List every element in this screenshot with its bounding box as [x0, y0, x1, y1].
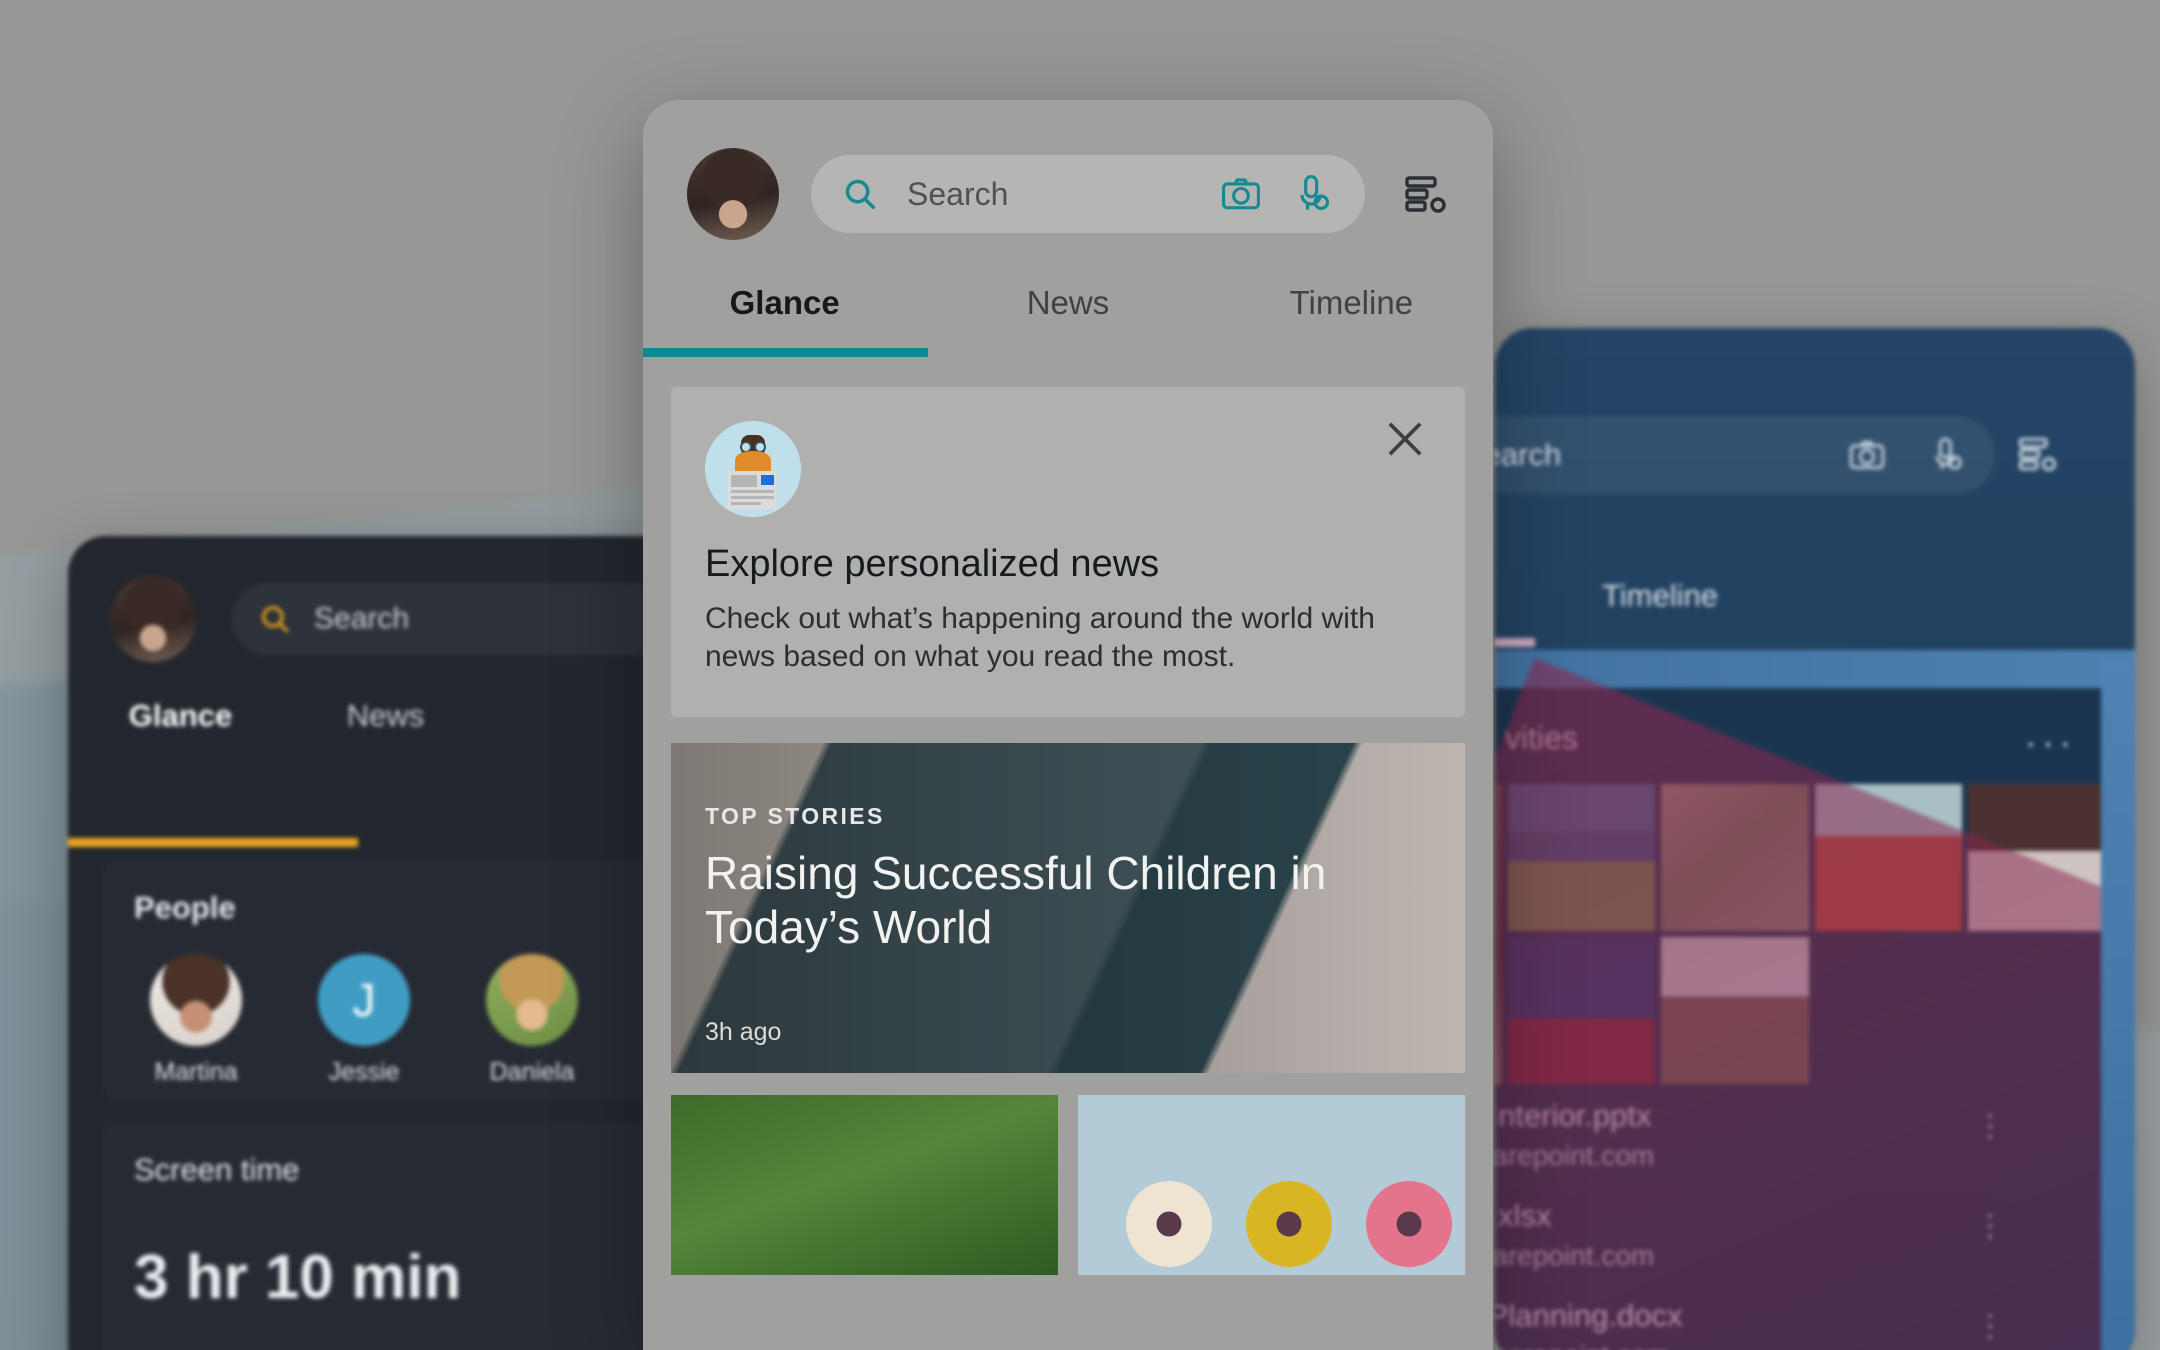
active-tab-underline — [68, 838, 358, 847]
tab-news[interactable]: News — [926, 284, 1209, 348]
search-placeholder: Search — [907, 175, 1009, 212]
file-name: o_Interior.pptx — [1495, 1098, 1652, 1133]
camera-icon[interactable] — [1847, 435, 1887, 475]
left-tabs: Glance News — [68, 698, 698, 756]
active-tab-underline — [1495, 638, 1535, 647]
person-avatar — [150, 954, 242, 1046]
screen-time-card: Screen time 3 hr 10 min 5 — [104, 1122, 698, 1350]
person-avatar — [486, 954, 578, 1046]
person-avatar-initial: J — [318, 954, 410, 1046]
people-row: Martina J Jessie Daniela — [104, 926, 698, 1087]
photo-tile[interactable] — [1508, 784, 1656, 931]
puppy-in-grass-thumbnail[interactable] — [671, 1094, 1058, 1275]
search-placeholder: Search — [314, 602, 410, 635]
photo-grid — [1495, 784, 2115, 1084]
people-card: People Martina J Jessie Daniela — [104, 860, 698, 1100]
file-name: s_Planning.docx — [1495, 1298, 1683, 1333]
screen-time-value: 3 hr 10 min — [134, 1243, 462, 1312]
photo-tile[interactable] — [1508, 937, 1656, 1084]
file-overflow-menu-icon[interactable]: ⋮ — [1975, 1312, 2005, 1342]
right-edge-strip — [2101, 658, 2135, 1350]
tab-timeline[interactable]: Timeline — [1210, 284, 1493, 348]
center-tabs: Glance News Timeline — [643, 284, 1493, 348]
avatar[interactable] — [687, 148, 779, 240]
people-card-title: People — [134, 890, 236, 925]
tab-news[interactable]: News — [283, 698, 488, 756]
activities-overflow-menu-icon[interactable]: ··· — [2025, 724, 2077, 763]
hero-text-block: TOP STORIES Raising Successful Children … — [705, 803, 1425, 955]
thumbnail-row — [671, 1094, 1465, 1275]
screen-time-title: Screen time — [134, 1152, 300, 1187]
search-input[interactable]: Search — [811, 155, 1365, 233]
file-url: o.sharepoint.com — [1495, 1340, 2135, 1350]
person-name: Jessie — [328, 1058, 400, 1086]
donut-shape — [1366, 1180, 1452, 1267]
active-tab-underline — [643, 348, 928, 357]
file-url: .sharepoint.com — [1495, 1140, 1655, 1171]
tab-glance[interactable]: Glance — [78, 698, 283, 756]
news-explorer-illustration-icon — [705, 421, 801, 517]
person-item[interactable]: Martina — [136, 954, 256, 1087]
activities-card: vities ··· o_Interior.pptx .sharepoint.c… — [1495, 688, 2135, 1350]
hero-headline: Raising Successful Children in Today’s W… — [705, 846, 1327, 954]
center-content: Explore personalized news Check out what… — [643, 357, 1493, 1275]
avatar[interactable] — [110, 576, 196, 662]
promo-description: Check out what’s happening around the wo… — [705, 602, 1375, 674]
promo-title: Explore personalized news — [705, 543, 1160, 585]
hero-kicker: TOP STORIES — [705, 802, 885, 829]
list-item[interactable]: s_Planning.docx o.sharepoint.com ⋮ — [1495, 1298, 2135, 1350]
hero-timestamp: 3h ago — [705, 1017, 782, 1046]
file-overflow-menu-icon[interactable]: ⋮ — [1975, 1112, 2005, 1142]
center-phone-panel[interactable]: Search Glance News Timeline Explore pers… — [643, 100, 1493, 1350]
tab-glance[interactable]: Glance — [643, 284, 926, 348]
top-story-card[interactable]: TOP STORIES Raising Successful Children … — [671, 742, 1465, 1073]
section-divider-strip — [1495, 650, 2135, 688]
activities-card-title: vities — [1505, 720, 1578, 756]
person-name: Daniela — [489, 1058, 575, 1086]
filter-settings-icon[interactable] — [1401, 170, 1449, 218]
right-tabs: News Timeline — [1495, 578, 1775, 614]
photo-tile[interactable] — [1814, 784, 1962, 931]
close-icon[interactable] — [1379, 413, 1431, 470]
donut-shape — [1246, 1180, 1332, 1267]
person-item[interactable]: Daniela — [472, 954, 592, 1087]
donuts-thumbnail[interactable] — [1078, 1094, 1465, 1275]
photo-tile[interactable] — [1661, 784, 1809, 931]
search-input[interactable]: Search — [232, 583, 698, 655]
search-icon — [841, 175, 879, 213]
list-item[interactable]: o_Interior.pptx .sharepoint.com ⋮ — [1495, 1098, 2135, 1198]
photo-tile[interactable] — [1661, 937, 1809, 1084]
person-name: Martina — [154, 1058, 238, 1086]
person-item[interactable]: J Jessie — [304, 954, 424, 1087]
photo-tile[interactable] — [1495, 784, 1503, 1084]
tab-news[interactable]: News — [1495, 578, 1545, 614]
search-icon — [258, 602, 292, 636]
screenshot-stage: Search Glance News People Martina J Jess… — [0, 0, 2160, 1350]
center-header: Search — [643, 100, 1493, 240]
search-placeholder: Search — [1495, 437, 1562, 472]
file-overflow-menu-icon[interactable]: ⋮ — [1975, 1212, 2005, 1242]
filter-settings-icon[interactable] — [2015, 432, 2059, 476]
tab-timeline[interactable]: Timeline — [1545, 578, 1775, 614]
search-input[interactable]: Search — [1495, 416, 1995, 494]
microphone-icon[interactable] — [1291, 172, 1335, 216]
right-phone-panel[interactable]: Search News Timeline — [1495, 328, 2135, 1350]
left-header: Search — [68, 536, 698, 662]
promo-card[interactable]: Explore personalized news Check out what… — [671, 387, 1465, 717]
list-item[interactable]: ng.xlsx .sharepoint.com ⋮ — [1495, 1198, 2135, 1298]
file-url: .sharepoint.com — [1495, 1240, 1655, 1271]
file-name: ng.xlsx — [1495, 1198, 1552, 1233]
left-phone-panel[interactable]: Search Glance News People Martina J Jess… — [68, 536, 698, 1350]
camera-icon[interactable] — [1219, 172, 1263, 216]
microphone-icon[interactable] — [1927, 435, 1967, 475]
photo-tile[interactable] — [1967, 784, 2115, 931]
file-list: o_Interior.pptx .sharepoint.com ⋮ ng.xls… — [1495, 1098, 2135, 1350]
donut-shape — [1126, 1180, 1212, 1267]
